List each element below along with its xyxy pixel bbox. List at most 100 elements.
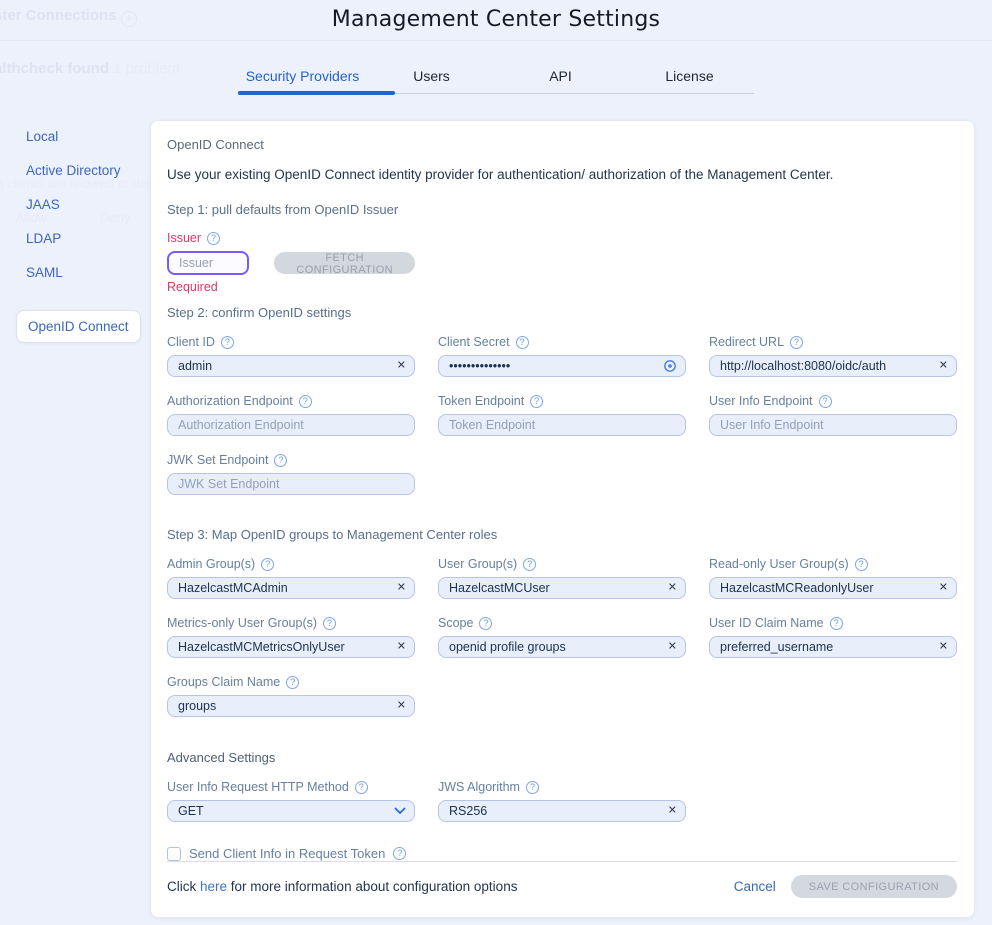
- token-endpoint-input[interactable]: [449, 418, 675, 432]
- clear-icon[interactable]: ✕: [397, 583, 406, 594]
- metrics-only-user-groups-input[interactable]: [178, 640, 388, 654]
- clear-icon[interactable]: ✕: [668, 583, 677, 594]
- groups-claim-name-input[interactable]: [178, 699, 388, 713]
- help-icon[interactable]: ?: [516, 336, 529, 349]
- clear-icon[interactable]: ✕: [397, 701, 406, 712]
- scope-label: Scope: [438, 616, 473, 630]
- chevron-down-icon[interactable]: [394, 807, 406, 815]
- issuer-input[interactable]: [179, 256, 237, 270]
- field-issuer: Issuer ? FETCH CONFIGURATION Required: [167, 231, 415, 294]
- tab-api[interactable]: API: [496, 62, 625, 93]
- groups-claim-name-input-wrap: ✕: [167, 695, 415, 717]
- help-icon[interactable]: ?: [286, 676, 299, 689]
- sidebar-item-active-directory[interactable]: Active Directory: [26, 163, 150, 178]
- field-authorization-endpoint: Authorization Endpoint ?: [167, 394, 415, 436]
- help-icon[interactable]: ?: [221, 336, 234, 349]
- help-icon[interactable]: ?: [523, 558, 536, 571]
- scope-input[interactable]: [449, 640, 659, 654]
- help-icon[interactable]: ?: [479, 617, 492, 630]
- clear-icon[interactable]: ✕: [939, 642, 948, 653]
- user-info-endpoint-input[interactable]: [720, 418, 946, 432]
- user-id-claim-name-input[interactable]: [720, 640, 930, 654]
- jwk-set-endpoint-label: JWK Set Endpoint: [167, 453, 268, 467]
- show-password-eye-icon[interactable]: [663, 359, 677, 373]
- help-icon[interactable]: ?: [393, 847, 406, 860]
- issuer-label-row: Issuer ?: [167, 231, 415, 245]
- clear-icon[interactable]: ✕: [397, 361, 406, 372]
- save-configuration-button[interactable]: SAVE CONFIGURATION: [791, 875, 957, 898]
- advanced-settings-heading: Advanced Settings: [167, 750, 957, 765]
- redirect-url-label: Redirect URL: [709, 335, 784, 349]
- help-icon[interactable]: ?: [323, 617, 336, 630]
- field-user-groups: User Group(s) ? ✕: [438, 557, 686, 599]
- help-icon[interactable]: ?: [274, 454, 287, 467]
- clear-icon[interactable]: ✕: [668, 806, 677, 817]
- help-icon[interactable]: ?: [790, 336, 803, 349]
- readonly-user-groups-input[interactable]: [720, 581, 930, 595]
- security-provider-sidebar: Local Active Directory JAAS LDAP SAML Op…: [0, 120, 150, 362]
- jwk-set-endpoint-input-wrap: [167, 473, 415, 495]
- sidebar-item-openid-connect[interactable]: OpenID Connect: [16, 310, 141, 343]
- user-info-endpoint-label: User Info Endpoint: [709, 394, 813, 408]
- authorization-endpoint-input-wrap: [167, 414, 415, 436]
- issuer-required-error: Required: [167, 280, 415, 294]
- help-icon[interactable]: ?: [526, 781, 539, 794]
- help-icon[interactable]: ?: [207, 232, 220, 245]
- client-id-label: Client ID: [167, 335, 215, 349]
- clear-icon[interactable]: ✕: [939, 361, 948, 372]
- sidebar-item-jaas[interactable]: JAAS: [26, 197, 150, 212]
- sidebar-item-local[interactable]: Local: [26, 129, 150, 144]
- field-user-id-claim-name: User ID Claim Name ? ✕: [709, 616, 957, 658]
- admin-groups-label: Admin Group(s): [167, 557, 255, 571]
- help-icon[interactable]: ?: [819, 395, 832, 408]
- jws-algorithm-input[interactable]: [449, 804, 659, 818]
- help-icon[interactable]: ?: [261, 558, 274, 571]
- readonly-user-groups-input-wrap: ✕: [709, 577, 957, 599]
- step2-heading: Step 2: confirm OpenID settings: [167, 305, 957, 320]
- client-id-input[interactable]: [178, 359, 388, 373]
- user-id-claim-name-label: User ID Claim Name: [709, 616, 824, 630]
- admin-groups-input[interactable]: [178, 581, 388, 595]
- field-readonly-user-groups: Read-only User Group(s) ? ✕: [709, 557, 957, 599]
- background-ghost-healthcheck: althcheck found 1 problem: [0, 60, 180, 77]
- tab-license[interactable]: License: [625, 62, 754, 93]
- help-icon[interactable]: ?: [355, 781, 368, 794]
- send-client-info-label: Send Client Info in Request Token: [189, 846, 385, 861]
- issuer-label: Issuer: [167, 231, 201, 245]
- clear-icon[interactable]: ✕: [397, 642, 406, 653]
- send-client-info-checkbox[interactable]: [167, 847, 181, 861]
- footer-info-text: Click here for more information about co…: [167, 879, 734, 894]
- user-info-endpoint-input-wrap: [709, 414, 957, 436]
- user-groups-input[interactable]: [449, 581, 659, 595]
- help-icon[interactable]: ?: [299, 395, 312, 408]
- sidebar-item-ldap[interactable]: LDAP: [26, 231, 150, 246]
- more-info-link[interactable]: here: [200, 879, 227, 894]
- redirect-url-input[interactable]: [720, 359, 930, 373]
- step1-heading: Step 1: pull defaults from OpenID Issuer: [167, 202, 957, 217]
- groups-claim-name-label: Groups Claim Name: [167, 675, 280, 689]
- user-info-request-http-method-value[interactable]: [178, 804, 388, 818]
- fetch-configuration-button[interactable]: FETCH CONFIGURATION: [274, 252, 415, 274]
- help-icon[interactable]: ?: [855, 558, 868, 571]
- client-secret-label: Client Secret: [438, 335, 510, 349]
- tab-users[interactable]: Users: [367, 62, 496, 93]
- help-icon[interactable]: ?: [530, 395, 543, 408]
- cancel-button[interactable]: Cancel: [734, 879, 776, 894]
- authorization-endpoint-input[interactable]: [178, 418, 404, 432]
- help-icon[interactable]: ?: [830, 617, 843, 630]
- field-scope: Scope ? ✕: [438, 616, 686, 658]
- field-redirect-url: Redirect URL ? ✕: [709, 335, 957, 377]
- openid-connect-panel: OpenID Connect Use your existing OpenID …: [150, 120, 975, 918]
- authorization-endpoint-label: Authorization Endpoint: [167, 394, 293, 408]
- user-groups-input-wrap: ✕: [438, 577, 686, 599]
- client-secret-input[interactable]: [449, 359, 659, 373]
- admin-groups-input-wrap: ✕: [167, 577, 415, 599]
- clear-icon[interactable]: ✕: [668, 642, 677, 653]
- field-jwk-set-endpoint: JWK Set Endpoint ?: [167, 453, 415, 495]
- tab-security-providers[interactable]: Security Providers: [238, 62, 367, 93]
- clear-icon[interactable]: ✕: [939, 583, 948, 594]
- sidebar-item-saml[interactable]: SAML: [26, 265, 150, 280]
- panel-title: OpenID Connect: [167, 137, 957, 152]
- jwk-set-endpoint-input[interactable]: [178, 477, 404, 491]
- user-info-request-http-method-select[interactable]: [167, 800, 415, 822]
